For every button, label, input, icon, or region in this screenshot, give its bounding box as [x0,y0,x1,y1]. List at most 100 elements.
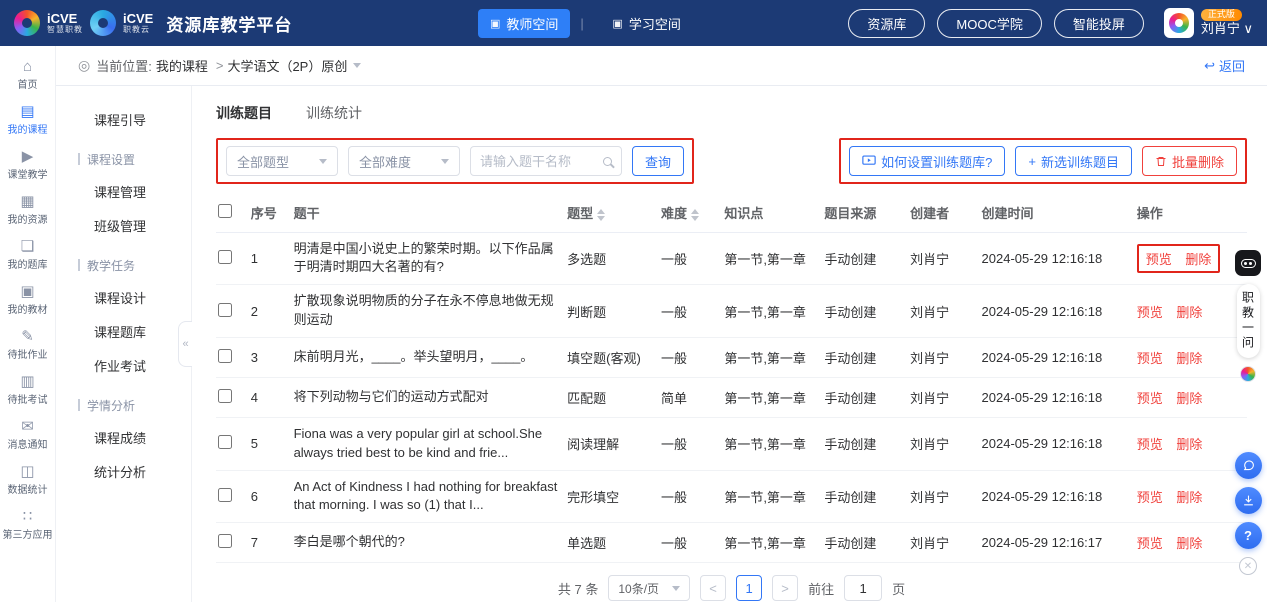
question-stem: 床前明月光，____。举头望明月，____。 [294,348,560,367]
row-checkbox[interactable] [218,303,232,317]
breadcrumb-course-name[interactable]: 大学语文（2P）原创 [227,56,347,75]
filter-group-annotation: 全部题型 全部难度 查询 [216,138,694,184]
sort-icon[interactable] [691,209,699,221]
course-menu-item[interactable]: 班级管理 [56,208,191,242]
user-menu[interactable]: 正式版 刘肖宁 ∨ [1164,8,1253,38]
back-button[interactable]: ↩ 返回 [1204,56,1245,75]
page-size-select[interactable]: 10条/页 [608,575,690,601]
row-checkbox[interactable] [218,389,232,403]
delete-link[interactable]: 删除 [1176,305,1202,320]
download-button[interactable] [1235,487,1262,514]
preview-link[interactable]: 预览 [1137,437,1163,452]
goto-page-input[interactable] [844,575,882,601]
delete-link[interactable]: 删除 [1185,252,1211,267]
sidebar-item[interactable]: ⌂ 首页 [0,52,55,97]
assistant-widget[interactable]: 职教一问 [1237,284,1260,358]
sidebar-item[interactable]: ✎ 待批作业 [0,322,55,367]
sidebar-item[interactable]: ▶ 课堂教学 [0,142,55,187]
col-difficulty[interactable]: 难度 [661,194,724,232]
delete-link[interactable]: 删除 [1176,391,1202,406]
course-menu-item[interactable]: 教学任务 [56,250,191,280]
space-nav-item[interactable]: ▣ 学习空间 [600,9,692,38]
quick-link-pill[interactable]: MOOC学院 [937,9,1041,38]
close-toolbar-button[interactable]: ✕ [1239,557,1257,575]
sidebar-item[interactable]: ▣ 我的教材 [0,277,55,322]
row-checkbox[interactable] [218,349,232,363]
row-number: 7 [251,523,294,563]
add-questions-button[interactable]: + 新选训练题目 [1015,146,1132,176]
delete-link[interactable]: 删除 [1176,351,1202,366]
preview-link[interactable]: 预览 [1137,536,1163,551]
course-menu-item[interactable]: 统计分析 [56,454,191,488]
course-menu-item[interactable]: 学情分析 [56,390,191,420]
user-avatar[interactable] [1164,8,1194,38]
col-type[interactable]: 题型 [567,194,661,232]
brand2-block: iCVE 职教云 [123,12,153,34]
quick-link-pill[interactable]: 智能投屏 [1054,9,1144,38]
course-menu-item[interactable]: 作业考试 [56,348,191,382]
course-menu-item[interactable]: 课程题库 [56,314,191,348]
sidebar-item-label: 消息通知 [8,436,48,451]
delete-link[interactable]: 删除 [1176,437,1202,452]
row-checkbox[interactable] [218,488,232,502]
search-input[interactable] [480,154,597,169]
learning-space-icon: ▣ [612,17,622,30]
space-nav-label: 教师空间 [506,14,558,33]
space-nav-item[interactable]: ▣ 教师空间 [478,9,570,38]
course-menu-item[interactable]: 课程管理 [56,174,191,208]
table-row: 4 将下列动物与它们的运动方式配对 匹配题 简单 第一节,第一章 手动创建 刘肖… [216,377,1247,417]
sidebar-item-label: 我的教材 [8,301,48,316]
course-menu-item[interactable]: 课程引导 [56,102,191,136]
search-button[interactable]: 查询 [632,146,684,176]
sidebar-item[interactable]: ▥ 待批考试 [0,367,55,412]
question-type: 单选题 [567,523,661,563]
preview-link[interactable]: 预览 [1137,490,1163,505]
sidebar-item[interactable]: ∷ 第三方应用 [0,502,55,547]
breadcrumb-my-courses[interactable]: 我的课程 [156,56,208,75]
sidebar-item[interactable]: ◫ 数据统计 [0,457,55,502]
menu-collapse-button[interactable]: « [178,321,192,367]
chevron-down-icon[interactable] [353,63,361,68]
course-menu-item[interactable]: 课程成绩 [56,420,191,454]
delete-link[interactable]: 删除 [1176,490,1202,505]
select-all-checkbox[interactable] [218,204,232,218]
delete-link[interactable]: 删除 [1176,536,1202,551]
row-checkbox[interactable] [218,534,232,548]
quick-link-pill[interactable]: 资源库 [848,9,925,38]
tab-item[interactable]: 训练题目 [216,98,272,128]
sidebar-item[interactable]: ▤ 我的课程 [0,97,55,142]
batch-delete-button[interactable]: 批量删除 [1142,146,1237,176]
sidebar-item[interactable]: ▦ 我的资源 [0,187,55,232]
row-checkbox[interactable] [218,250,232,264]
table-row: 1 明清是中国小说史上的繁荣时期。以下作品属于明清时期四大名著的有? 多选题 一… [216,232,1247,285]
preview-link[interactable]: 预览 [1137,305,1163,320]
search-icon[interactable] [603,157,612,166]
preview-link[interactable]: 预览 [1137,391,1163,406]
sidebar-item[interactable]: ✉ 消息通知 [0,412,55,457]
col-actions: 操作 [1137,194,1247,232]
prev-page-button[interactable]: < [700,575,726,601]
row-checkbox[interactable] [218,435,232,449]
chat-button[interactable] [1235,452,1262,479]
next-page-button[interactable]: > [772,575,798,601]
preview-link[interactable]: 预览 [1146,252,1172,267]
sidebar-item[interactable]: ❏ 我的题库 [0,232,55,277]
question-type-select[interactable]: 全部题型 [226,146,338,176]
tab-item[interactable]: 训练统计 [306,98,362,128]
video-guide-icon [862,155,876,167]
assistant-eyes-icon[interactable] [1235,250,1261,276]
sort-icon[interactable] [597,209,605,221]
add-questions-label: 新选训练题目 [1041,152,1119,171]
help-button[interactable]: ? [1235,522,1262,549]
assistant-logo-icon[interactable] [1240,366,1256,382]
table-header-row: 序号 题干 题型 难度 知识点 题目来源 创建者 创建时间 操作 [216,194,1247,232]
user-name[interactable]: 刘肖宁 ∨ [1201,22,1253,36]
home-icon: ⌂ [23,59,32,74]
preview-link[interactable]: 预览 [1137,351,1163,366]
course-menu-item[interactable]: 课程设置 [56,144,191,174]
page-number-active[interactable]: 1 [736,575,762,601]
difficulty-select[interactable]: 全部难度 [348,146,460,176]
data-statistics-icon: ◫ [20,464,34,479]
setup-guide-button[interactable]: 如何设置训练题库? [849,146,1005,176]
course-menu-item[interactable]: 课程设计 [56,280,191,314]
